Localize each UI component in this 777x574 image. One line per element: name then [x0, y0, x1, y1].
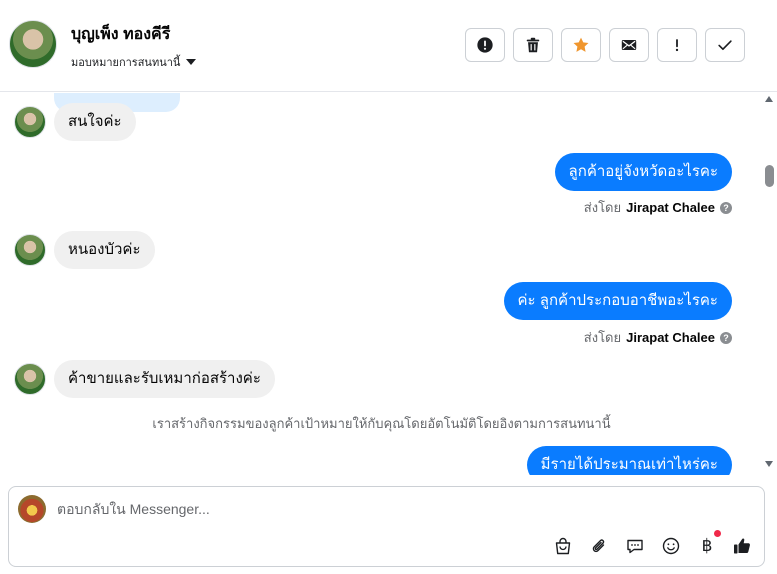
- thumbs-up-icon[interactable]: [731, 535, 753, 557]
- trash-icon: [526, 37, 540, 53]
- spam-button[interactable]: [465, 28, 505, 62]
- mark-unread-button[interactable]: [609, 28, 649, 62]
- contact-name[interactable]: บุญเพ็ง ทองคีรี: [71, 22, 170, 47]
- done-button[interactable]: [705, 28, 745, 62]
- caret-down-icon: [186, 59, 197, 65]
- contact-avatar[interactable]: [9, 20, 57, 68]
- outgoing-message[interactable]: ลูกค้าอยู่จังหวัดอะไรคะ: [554, 153, 732, 191]
- reply-input[interactable]: [57, 501, 657, 517]
- checkmark-icon: [718, 40, 732, 51]
- assign-conversation-dropdown[interactable]: มอบหมายการสนทนานี้: [71, 53, 197, 71]
- shopping-bag-icon[interactable]: [552, 535, 574, 557]
- incoming-message[interactable]: หนองบัวค่ะ: [54, 231, 155, 269]
- envelope-icon: [621, 40, 637, 50]
- sender-name: Jirapat Chalee: [626, 200, 715, 215]
- message-thread[interactable]: สนใจค่ะ ลูกค้าอยู่จังหวัดอะไรคะ ส่งโดย J…: [0, 93, 763, 475]
- sent-by-prefix: ส่งโดย: [583, 330, 622, 345]
- baht-payment-icon[interactable]: ฿: [696, 535, 718, 557]
- help-icon[interactable]: ?: [720, 331, 732, 344]
- sender-name: Jirapat Chalee: [626, 330, 715, 345]
- sent-by-label: ส่งโดย Jirapat Chalee ?: [584, 327, 732, 348]
- incoming-message[interactable]: สนใจค่ะ: [54, 103, 136, 141]
- follow-up-button[interactable]: [657, 28, 697, 62]
- message-row-incoming: ค้าขายและรับเหมาก่อสร้างค่ะ: [14, 360, 275, 398]
- contact-avatar-small[interactable]: [14, 106, 46, 138]
- outgoing-message[interactable]: มีรายได้ประมาณเท่าไหร่คะ: [526, 446, 732, 475]
- message-row-incoming: หนองบัวค่ะ: [14, 231, 155, 269]
- alert-circle-icon: [477, 37, 493, 53]
- system-activity-note: เราสร้างกิจกรรมของลูกค้าเป้าหมายให้กับคุ…: [152, 416, 611, 431]
- scroll-down-arrow-icon[interactable]: [765, 461, 773, 467]
- exclamation-icon: [675, 39, 679, 52]
- contact-avatar-small[interactable]: [14, 234, 46, 266]
- reply-composer: ฿: [8, 486, 765, 567]
- sent-by-label: ส่งโดย Jirapat Chalee ?: [584, 197, 732, 218]
- contact-avatar-small[interactable]: [14, 363, 46, 395]
- delete-button[interactable]: [513, 28, 553, 62]
- star-button[interactable]: [561, 28, 601, 62]
- saved-reply-icon[interactable]: [624, 535, 646, 557]
- assign-label: มอบหมายการสนทนานี้: [71, 57, 181, 69]
- conversation-header: บุญเพ็ง ทองคีรี มอบหมายการสนทนานี้: [0, 0, 777, 92]
- help-icon[interactable]: ?: [720, 201, 732, 214]
- outgoing-message[interactable]: ค่ะ ลูกค้าประกอบอาชีพอะไรคะ: [503, 282, 732, 320]
- sent-by-prefix: ส่งโดย: [583, 200, 622, 215]
- thread-scrollbar[interactable]: [763, 93, 777, 475]
- page-avatar: [18, 495, 46, 523]
- star-icon: [573, 37, 589, 52]
- notification-dot: [714, 530, 721, 537]
- message-row-incoming: สนใจค่ะ: [14, 103, 136, 141]
- scrollbar-thumb[interactable]: [765, 165, 774, 187]
- paperclip-icon[interactable]: [588, 535, 610, 557]
- emoji-icon[interactable]: [660, 535, 682, 557]
- scroll-up-arrow-icon[interactable]: [765, 96, 773, 102]
- incoming-message[interactable]: ค้าขายและรับเหมาก่อสร้างค่ะ: [54, 360, 275, 398]
